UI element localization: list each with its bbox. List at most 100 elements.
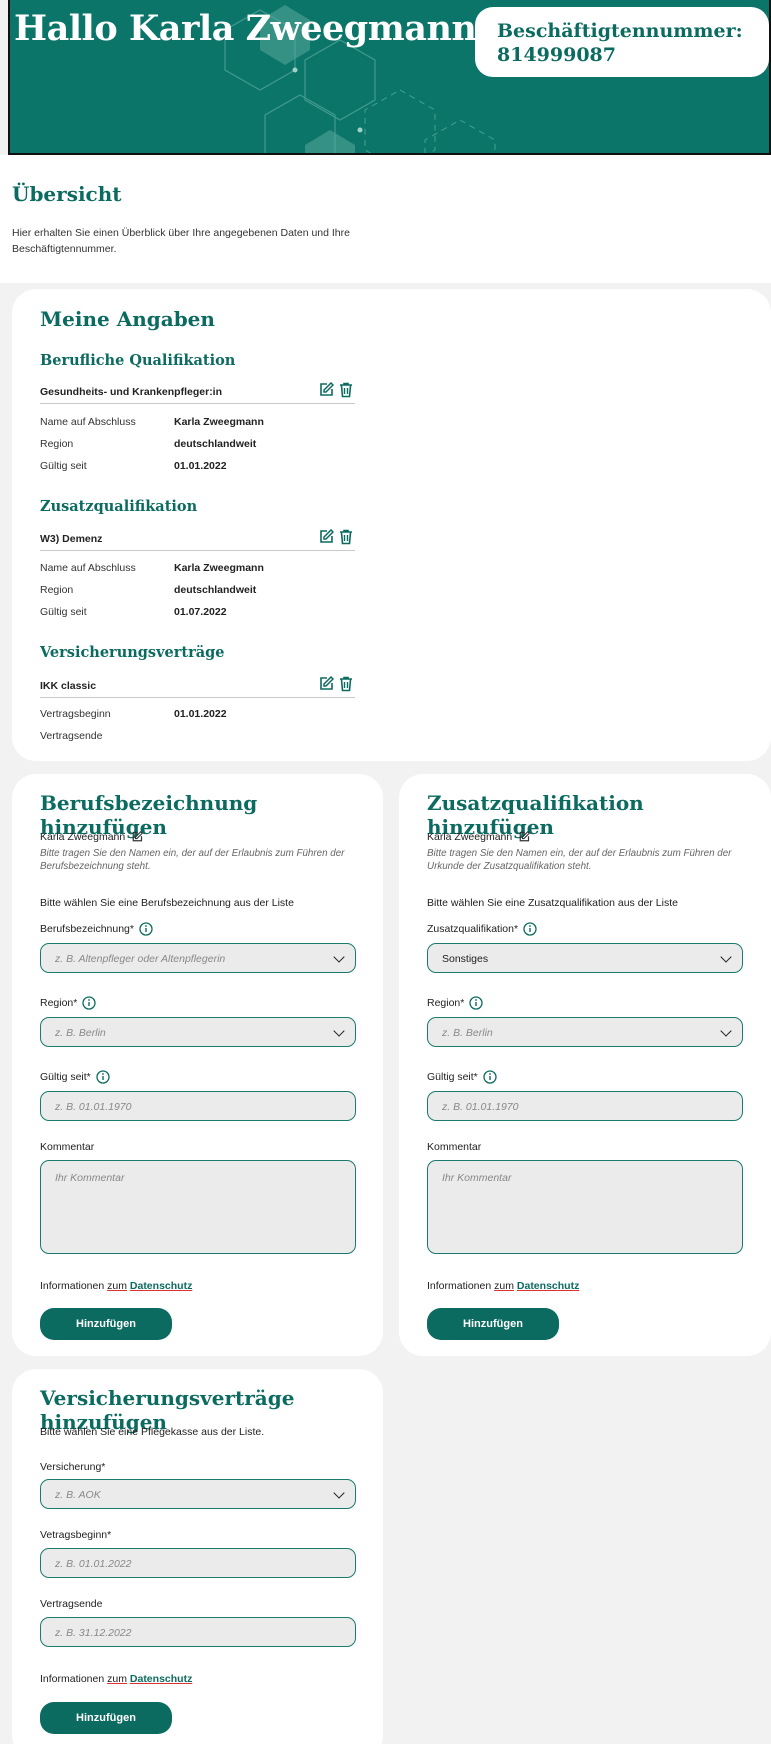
extra-val-name: Karla Zweegmann <box>174 562 264 574</box>
privacy-prefix: Informationen <box>40 1280 108 1292</box>
edit-name-icon[interactable] <box>518 831 531 843</box>
extra-val-valid: 01.07.2022 <box>174 606 227 618</box>
privacy-link[interactable]: Datenschutz <box>130 1673 192 1685</box>
insurance-title: Versicherungsverträge <box>40 644 225 661</box>
insurance-select[interactable]: z. B. AOK <box>40 1479 356 1509</box>
privacy-note: Informationen zum Datenschutz <box>40 1673 192 1685</box>
start-label: Vetragsbeginn* <box>40 1529 112 1541</box>
info-icon[interactable] <box>523 922 537 936</box>
info-icon[interactable] <box>82 996 97 1010</box>
info-icon[interactable] <box>483 1070 497 1084</box>
prof-qual-row: Gesundheits- und Krankenpfleger:in <box>40 382 355 404</box>
prof-key-valid: Gültig seit <box>40 460 87 472</box>
extra-qual-name: W3) Demenz <box>40 533 103 545</box>
privacy-link[interactable]: Datenschutz <box>130 1280 192 1292</box>
region-label: Region* <box>40 996 97 1010</box>
job-select[interactable]: z. B. Altenpfleger oder Altenpflegerin <box>40 943 356 973</box>
prof-qual-title: Berufliche Qualifikation <box>40 352 236 369</box>
privacy-note: Informationen zum Datenschutz <box>427 1280 579 1292</box>
name-line: Karla Zweegmann <box>40 831 144 843</box>
privacy-zum: zum <box>494 1280 514 1292</box>
qual-select[interactable]: Sonstiges <box>427 943 743 973</box>
overview-section: Übersicht Hier erhalten Sie einen Überbl… <box>0 155 771 283</box>
add-job-button[interactable]: Hinzufügen <box>40 1308 172 1340</box>
employee-number-badge: Beschäftigtennummer: 814999087 <box>475 7 769 77</box>
delete-icon[interactable] <box>338 382 354 398</box>
greeting-title: Hallo Karla Zweegmann <box>14 8 477 49</box>
edit-name-icon[interactable] <box>131 831 144 843</box>
end-label: Vertragsende <box>40 1598 103 1610</box>
region-select[interactable]: z. B. Berlin <box>40 1017 356 1047</box>
add-insurance-button[interactable]: Hinzufügen <box>40 1702 172 1734</box>
privacy-zum: zum <box>107 1280 127 1292</box>
prof-qual-name: Gesundheits- und Krankenpfleger:in <box>40 386 223 398</box>
valid-label-text: Gültig seit* <box>40 1071 91 1083</box>
prof-val-valid: 01.01.2022 <box>174 460 227 472</box>
edit-icon[interactable] <box>318 676 334 692</box>
job-label: Berufsbezeichnung* <box>40 922 153 936</box>
valid-label: Gültig seit* <box>40 1070 110 1084</box>
valid-input[interactable]: z. B. 01.01.1970 <box>40 1091 356 1121</box>
region-label-text: Region* <box>427 997 465 1009</box>
qual-instruction: Bitte wählen Sie eine Zusatzqualifikatio… <box>427 897 678 909</box>
insurance-row: IKK classic <box>40 676 355 698</box>
name-value: Karla Zweegmann <box>40 831 126 843</box>
privacy-zum: zum <box>107 1673 127 1685</box>
overview-title: Übersicht <box>12 182 122 206</box>
add-extra-qual-card: Zusatzqualifikation hinzufügen Karla Zwe… <box>399 774 771 1356</box>
job-instruction: Bitte wählen Sie eine Berufsbezeichnung … <box>40 897 294 909</box>
prof-key-region: Region <box>40 438 74 450</box>
name-hint: Bitte tragen Sie den Namen ein, der auf … <box>40 848 345 872</box>
extra-qual-title: Zusatzqualifikation <box>40 498 198 515</box>
privacy-link[interactable]: Datenschutz <box>517 1280 579 1292</box>
add-insurance-card: Versicherungsverträge hinzufügen Bitte w… <box>12 1369 383 1744</box>
extra-key-region: Region <box>40 584 74 596</box>
region-select[interactable]: z. B. Berlin <box>427 1017 743 1047</box>
ins-label: Versicherung* <box>40 1461 106 1473</box>
add-job-title-card: Berufsbezeichnung hinzufügen Karla Zweeg… <box>12 774 383 1356</box>
valid-label-text: Gültig seit* <box>427 1071 478 1083</box>
region-label: Region* <box>427 996 484 1010</box>
extra-key-valid: Gültig seit <box>40 606 87 618</box>
start-input[interactable]: z. B. 01.01.2022 <box>40 1548 356 1578</box>
name-hint: Bitte tragen Sie den Namen ein, der auf … <box>427 848 732 872</box>
comment-label: Kommentar <box>427 1141 482 1153</box>
ins-key-start: Vertragsbeginn <box>40 708 111 720</box>
privacy-note: Informationen zum Datenschutz <box>40 1280 192 1292</box>
edit-icon[interactable] <box>318 529 334 545</box>
ins-instruction: Bitte wählen Sie eine Pflegekasse aus de… <box>40 1426 265 1438</box>
region-label-text: Region* <box>40 997 78 1009</box>
delete-icon[interactable] <box>338 676 354 692</box>
comment-textarea[interactable]: Ihr Kommentar <box>427 1160 743 1254</box>
info-icon[interactable] <box>139 922 153 936</box>
prof-val-region: deutschlandweit <box>174 438 257 450</box>
privacy-prefix: Informationen <box>427 1280 495 1292</box>
info-icon[interactable] <box>96 1070 110 1084</box>
overview-text: Hier erhalten Sie einen Überblick über I… <box>12 227 350 255</box>
privacy-prefix: Informationen <box>40 1673 108 1685</box>
delete-icon[interactable] <box>338 529 354 545</box>
employee-number-value: 814999087 <box>497 44 616 66</box>
ins-val-start: 01.01.2022 <box>174 708 227 720</box>
employee-number-label: Beschäftigtennummer: <box>497 20 743 42</box>
comment-textarea[interactable]: Ihr Kommentar <box>40 1160 356 1254</box>
edit-icon[interactable] <box>318 382 334 398</box>
add-extra-qual-button[interactable]: Hinzufügen <box>427 1308 559 1340</box>
end-input[interactable]: z. B. 31.12.2022 <box>40 1617 356 1647</box>
info-icon[interactable] <box>469 996 484 1010</box>
name-value: Karla Zweegmann <box>427 831 513 843</box>
prof-val-name: Karla Zweegmann <box>174 416 264 428</box>
qual-label: Zusatzqualifikation* <box>427 922 537 936</box>
my-data-card: Meine Angaben Berufliche Qualifikation G… <box>12 289 771 761</box>
extra-qual-row: W3) Demenz <box>40 529 355 551</box>
valid-label: Gültig seit* <box>427 1070 497 1084</box>
name-line: Karla Zweegmann <box>427 831 531 843</box>
comment-label: Kommentar <box>40 1141 95 1153</box>
prof-key-name: Name auf Abschluss <box>40 416 136 428</box>
valid-input[interactable]: z. B. 01.01.1970 <box>427 1091 743 1121</box>
ins-key-end: Vertragsende <box>40 730 103 742</box>
qual-label-text: Zusatzqualifikation* <box>427 923 519 935</box>
insurance-name: IKK classic <box>40 680 97 692</box>
extra-key-name: Name auf Abschluss <box>40 562 136 574</box>
my-data-title: Meine Angaben <box>40 307 215 331</box>
